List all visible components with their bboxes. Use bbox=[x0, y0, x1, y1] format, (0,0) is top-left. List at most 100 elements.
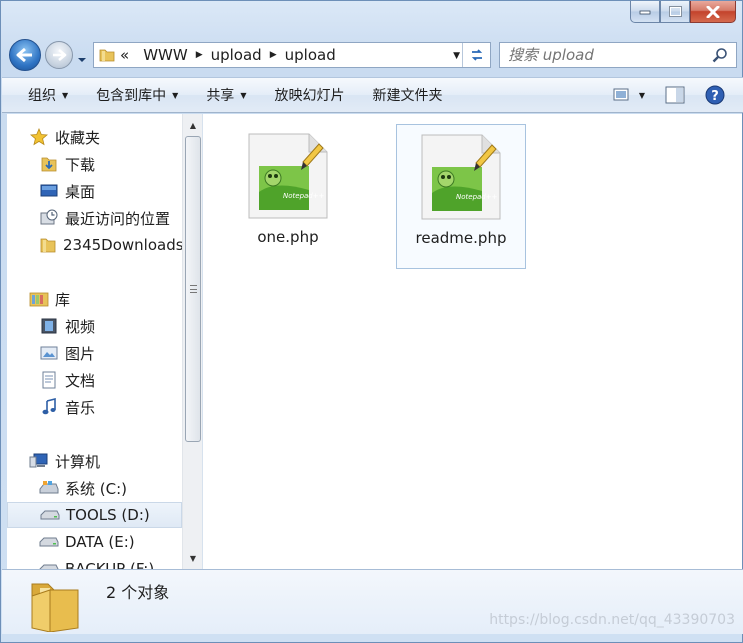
back-button[interactable] bbox=[9, 39, 41, 71]
nav-label: 视频 bbox=[65, 317, 96, 336]
include-library-button[interactable]: 包含到库中 ▼ bbox=[82, 78, 192, 112]
minimize-icon bbox=[639, 10, 651, 14]
file-list[interactable]: Notepad++ one.php Notepad++ readme.php bbox=[203, 114, 742, 569]
arrow-left-icon bbox=[16, 47, 32, 63]
breadcrumb-upload-1[interactable]: upload bbox=[203, 46, 270, 64]
view-controls: ▼ ? bbox=[603, 78, 743, 112]
scroll-down-arrow[interactable]: ▼ bbox=[183, 549, 202, 567]
share-button[interactable]: 共享 ▼ bbox=[192, 78, 260, 112]
library-icon bbox=[29, 290, 49, 308]
folder-icon bbox=[39, 236, 57, 254]
nav-drive-e[interactable]: DATA (E:) bbox=[7, 529, 182, 555]
documents-icon bbox=[39, 371, 59, 389]
nav-scrollbar[interactable]: ▲ ▼ bbox=[182, 114, 202, 569]
chevron-right-icon[interactable]: ▶ bbox=[270, 50, 277, 60]
explorer-window: « WWW ▶ upload ▶ upload ▼ 组织 ▼ 包含到库中 ▼ bbox=[0, 0, 743, 643]
folder-icon bbox=[31, 583, 79, 632]
share-label: 共享 bbox=[206, 88, 235, 104]
navigation-pane: 收藏夹 下载 桌面 最近访问的位置 2345Downloads 库 视频 图片 … bbox=[7, 114, 203, 569]
desktop-icon bbox=[39, 182, 59, 200]
view-icon bbox=[613, 88, 629, 101]
video-icon bbox=[39, 317, 59, 335]
chevron-down-icon: ▼ bbox=[62, 90, 69, 100]
new-folder-button[interactable]: 新建文件夹 bbox=[358, 78, 456, 112]
breadcrumb-www[interactable]: WWW bbox=[135, 46, 196, 64]
file-name: one.php bbox=[257, 228, 319, 246]
scroll-thumb[interactable] bbox=[185, 136, 201, 442]
refresh-button[interactable] bbox=[462, 43, 490, 67]
nav-downloads[interactable]: 下载 bbox=[7, 151, 182, 177]
nav-2345downloads[interactable]: 2345Downloads bbox=[7, 232, 184, 258]
close-button[interactable] bbox=[690, 1, 736, 23]
nav-recent-places[interactable]: 最近访问的位置 bbox=[7, 205, 182, 231]
chevron-right-icon[interactable]: ▶ bbox=[196, 50, 203, 60]
nav-label: BACKUP (F:) bbox=[65, 560, 155, 569]
refresh-icon bbox=[471, 49, 482, 61]
address-dropdown-icon[interactable]: ▼ bbox=[453, 51, 460, 61]
search-box[interactable] bbox=[499, 42, 737, 68]
nav-drive-d[interactable]: TOOLS (D:) bbox=[7, 502, 182, 528]
nav-documents[interactable]: 文档 bbox=[7, 367, 182, 393]
nav-drive-c[interactable]: 系统 (C:) bbox=[7, 475, 182, 501]
nav-label: 2345Downloads bbox=[63, 236, 184, 254]
file-item-one-php[interactable]: Notepad++ one.php bbox=[223, 124, 353, 269]
nav-desktop[interactable]: 桌面 bbox=[7, 178, 182, 204]
downloads-folder-icon bbox=[39, 155, 59, 173]
preview-pane-button[interactable] bbox=[665, 86, 685, 104]
drive-icon bbox=[40, 506, 60, 524]
slideshow-label: 放映幻灯片 bbox=[274, 88, 345, 104]
notepad-plus-plus-file-icon: Notepad++ bbox=[421, 134, 501, 220]
system-drive-icon bbox=[39, 479, 59, 497]
maximize-button[interactable] bbox=[660, 1, 690, 23]
chevron-down-icon: ▼ bbox=[240, 90, 247, 100]
item-count: 2 个对象 bbox=[106, 583, 170, 602]
preview-pane-icon bbox=[665, 86, 685, 104]
slideshow-button[interactable]: 放映幻灯片 bbox=[260, 78, 358, 112]
change-view-button[interactable] bbox=[613, 88, 629, 102]
file-item-readme-php[interactable]: Notepad++ readme.php bbox=[396, 124, 526, 269]
search-input[interactable] bbox=[500, 46, 700, 64]
nav-label: DATA (E:) bbox=[65, 533, 135, 551]
nav-libraries[interactable]: 库 bbox=[7, 286, 182, 312]
view-dropdown[interactable]: ▼ bbox=[639, 91, 645, 100]
star-icon bbox=[29, 128, 49, 146]
breadcrumb: « WWW ▶ upload ▶ upload bbox=[120, 46, 344, 64]
nav-computer[interactable]: 计算机 bbox=[7, 448, 182, 474]
nav-videos[interactable]: 视频 bbox=[7, 313, 182, 339]
nav-favorites[interactable]: 收藏夹 bbox=[7, 124, 182, 150]
organize-button[interactable]: 组织 ▼ bbox=[2, 78, 82, 112]
nav-pictures[interactable]: 图片 bbox=[7, 340, 182, 366]
nav-label: 音乐 bbox=[65, 398, 96, 417]
svg-text:?: ? bbox=[711, 89, 719, 104]
breadcrumb-upload-2[interactable]: upload bbox=[277, 46, 344, 64]
nav-drive-f[interactable]: BACKUP (F:) bbox=[7, 556, 182, 569]
nav-label: TOOLS (D:) bbox=[66, 506, 150, 524]
minimize-button[interactable] bbox=[630, 1, 660, 23]
search-icon[interactable] bbox=[712, 47, 728, 67]
forward-button[interactable] bbox=[45, 41, 73, 69]
chevron-down-icon bbox=[78, 58, 86, 62]
address-bar[interactable]: « WWW ▶ upload ▶ upload ▼ bbox=[93, 42, 491, 68]
watermark: https://blog.csdn.net/qq_43390703 bbox=[489, 612, 735, 628]
caption-buttons bbox=[630, 1, 736, 23]
nav-label: 计算机 bbox=[55, 452, 101, 471]
recent-pages-dropdown[interactable] bbox=[77, 51, 87, 67]
nav-label: 系统 (C:) bbox=[65, 479, 127, 498]
notepad-plus-plus-file-icon: Notepad++ bbox=[248, 133, 328, 219]
svg-text:Notepad++: Notepad++ bbox=[456, 193, 498, 201]
computer-icon bbox=[29, 452, 49, 470]
drive-icon bbox=[39, 533, 59, 551]
help-button[interactable]: ? bbox=[705, 85, 725, 105]
pictures-icon bbox=[39, 344, 59, 362]
breadcrumb-overflow[interactable]: « bbox=[120, 46, 135, 64]
maximize-icon bbox=[668, 6, 682, 17]
nav-label: 最近访问的位置 bbox=[65, 209, 171, 228]
command-bar: 组织 ▼ 包含到库中 ▼ 共享 ▼ 放映幻灯片 新建文件夹 ▼ ? bbox=[2, 77, 743, 113]
scroll-up-arrow[interactable]: ▲ bbox=[183, 116, 202, 134]
folder-icon bbox=[94, 47, 120, 63]
nav-music[interactable]: 音乐 bbox=[7, 394, 182, 420]
navigation-bar: « WWW ▶ upload ▶ upload ▼ bbox=[1, 35, 743, 75]
nav-label: 收藏夹 bbox=[55, 128, 101, 147]
drive-icon bbox=[39, 560, 59, 569]
include-library-label: 包含到库中 bbox=[96, 88, 167, 104]
